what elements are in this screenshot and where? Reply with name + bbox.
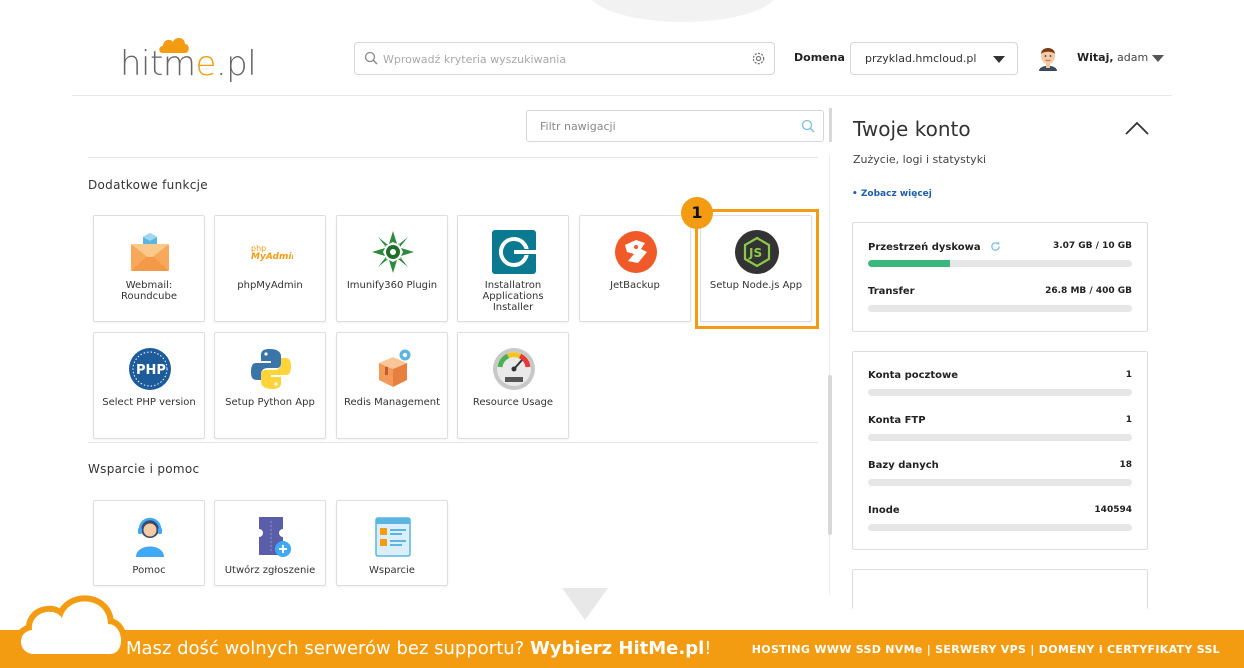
webmail-envelope-icon [131,233,169,271]
create-ticket-icon [259,517,291,557]
tile-redis[interactable]: Redis Management [336,332,448,439]
phpmyadmin-icon: php MyAdmin [251,244,293,262]
jetbackup-icon [615,231,657,273]
scroll-down-indicator [562,588,608,620]
progress-bar [868,479,1132,486]
user-menu-chevron-icon[interactable] [1152,55,1164,62]
tile-label: Setup Python App [225,397,315,408]
stat-name: Bazy danych [868,460,939,471]
tile-select-php[interactable]: PHP Select PHP version [93,332,205,439]
refresh-icon[interactable] [990,241,1001,252]
stat-value: 1 [1125,370,1132,380]
logo[interactable]: hitme.pl [120,34,260,86]
header-divider [72,95,1172,96]
imunify360-icon [372,231,414,273]
stat-value: 26.8 MB / 400 GB [1045,286,1132,296]
stat-name: Konta pocztowe [868,370,959,381]
progress-fill [868,260,950,267]
cloud-icon [16,595,126,660]
tile-label: Utwórz zgłoszenie [224,565,316,576]
tile-resource-usage[interactable]: Resource Usage [457,332,569,439]
extra-card [852,569,1148,609]
step-badge: 1 [681,197,713,229]
tile-label: Pomoc [132,565,166,576]
progress-bar [868,389,1132,396]
tile-label: Redis Management [343,397,441,408]
tile-label: Wsparcie [369,565,415,576]
search-box[interactable] [354,42,775,75]
tile-label: Installatron Applications Installer [482,280,544,313]
svg-text:MyAdmin: MyAdmin [251,252,293,262]
python-icon [251,349,291,389]
account-subtitle: Zużycie, logi i statystyki [853,153,987,166]
stat-value: 140594 [1094,505,1132,515]
support-docs-icon [375,517,411,557]
stat-name: Inode [868,505,900,516]
gear-icon[interactable] [751,51,766,66]
promo-message: Masz dość wolnych serwerów bez supportu?… [126,638,712,659]
progress-bar [868,524,1132,531]
domain-label: Domena [794,51,845,64]
tile-label: Select PHP version [102,397,196,408]
scrollbar-thumb[interactable] [828,375,832,535]
chevron-up-icon[interactable] [1124,120,1150,136]
php-icon: PHP [129,348,171,390]
stat-value: 1 [1125,415,1132,425]
user-greeting[interactable]: Witaj, adam [1077,51,1148,64]
progress-bar [868,260,1132,267]
section-divider [88,157,818,158]
tile-label: Webmail: Roundcube [121,280,177,302]
tile-installatron[interactable]: Installatron Applications Installer [457,215,569,322]
counts-card: Konta pocztowe 1 Konta FTP 1 Bazy danych… [852,351,1148,550]
redis-box-icon [379,349,411,387]
filter-divider [829,108,832,142]
section-title-dodatkowe: Dodatkowe funkcje [88,178,208,192]
tile-label: Resource Usage [472,397,554,408]
tile-phpmyadmin[interactable]: php MyAdmin phpMyAdmin [214,215,326,322]
stat-value: 3.07 GB / 10 GB [1052,241,1132,251]
page: hitme.pl Domena przyklad.hmcloud.pl Wita… [0,0,1244,668]
tile-webmail[interactable]: Webmail: Roundcube [93,215,205,322]
domain-value: przyklad.hmcloud.pl [865,52,977,65]
tile-setup-python[interactable]: Setup Python App [214,332,326,439]
domain-select[interactable]: przyklad.hmcloud.pl [850,42,1018,75]
svg-text:PHP: PHP [136,363,166,378]
stat-name: Transfer [868,286,915,297]
progress-bar [868,434,1132,441]
search-input[interactable] [383,49,743,69]
search-icon [801,119,815,133]
avatar[interactable] [1036,45,1060,71]
tile-utworz-zgloszenie[interactable]: Utwórz zgłoszenie [214,500,326,586]
search-icon [364,51,378,65]
chevron-down-icon [993,56,1005,63]
tile-imunify360[interactable]: Imunify360 Plugin [336,215,448,322]
tile-label: Imunify360 Plugin [346,280,438,291]
tile-jetbackup[interactable]: JetBackup [579,215,691,322]
highlight-frame [695,209,819,329]
account-title: Twoje konto [853,117,971,141]
support-agent-icon [136,517,164,557]
nav-filter[interactable] [526,110,824,142]
stat-name: Przestrzeń dyskowa [868,241,1001,253]
installatron-icon [492,230,536,274]
section-divider [88,442,818,443]
gauge-icon [493,348,535,390]
tile-wsparcie[interactable]: Wsparcie [336,500,448,586]
tile-label: JetBackup [610,280,660,291]
see-more-link[interactable]: • Zobacz więcej [852,189,932,199]
stat-value: 18 [1119,460,1132,470]
tile-pomoc[interactable]: Pomoc [93,500,205,586]
stat-name: Konta FTP [868,415,926,426]
promo-services: HOSTING WWW SSD NVMe | SERWERY VPS | DOM… [751,643,1220,656]
nav-filter-input[interactable] [540,117,780,136]
tile-label: phpMyAdmin [237,280,303,291]
progress-bar [868,305,1132,312]
section-title-wsparcie: Wsparcie i pomoc [88,462,200,476]
disk-usage-card: Przestrzeń dyskowa 3.07 GB / 10 GB Trans… [852,222,1148,332]
logo-text: hitme.pl [120,44,257,84]
decorative-arc [588,0,778,22]
